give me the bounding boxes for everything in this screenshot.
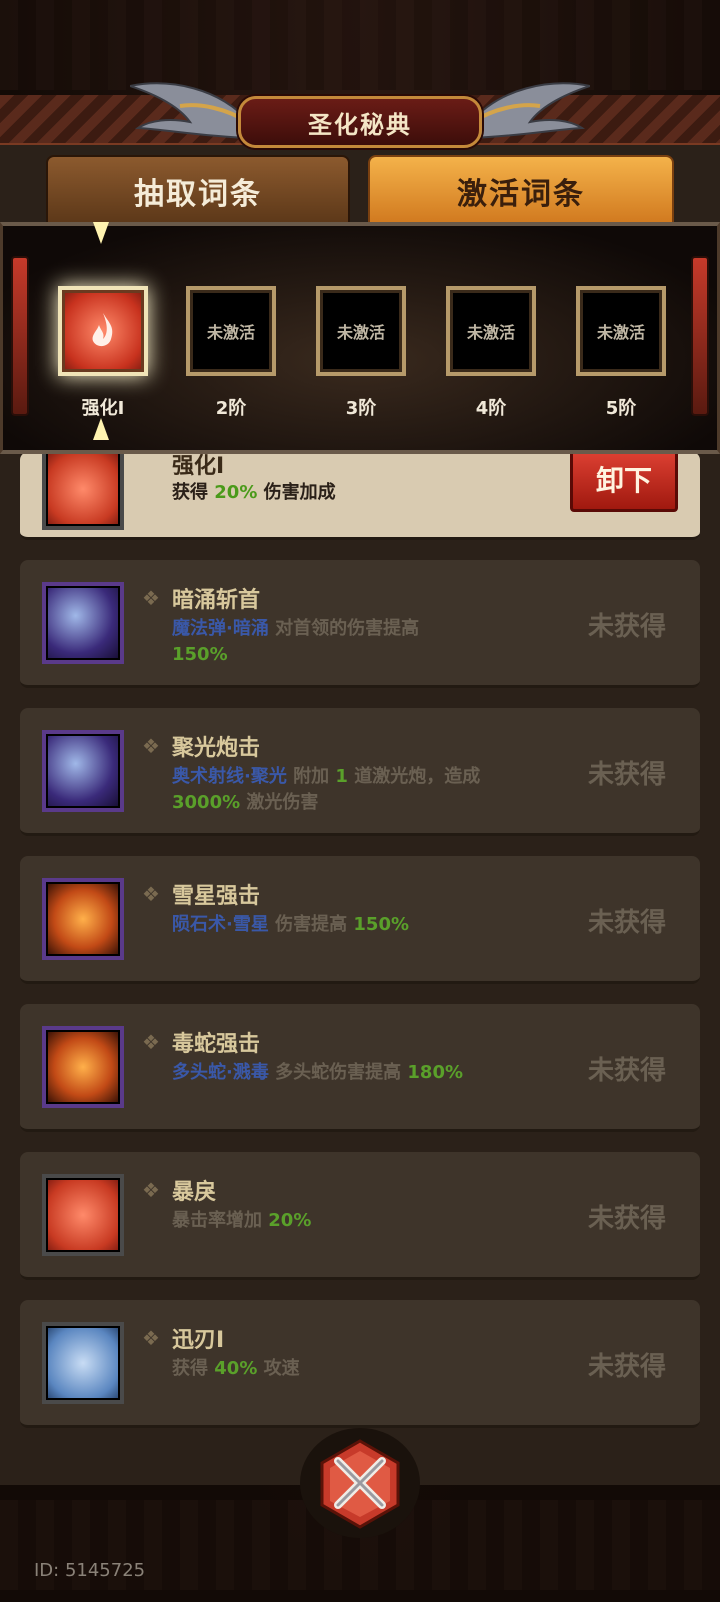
- diamond-icon: ❖: [142, 734, 160, 758]
- skill-desc: 奥术射线·聚光 附加 1 道激光炮，造成 3000% 激光伤害: [172, 766, 481, 813]
- unequip-button[interactable]: 卸下: [570, 446, 678, 512]
- tier-label-4: 4阶: [475, 398, 507, 419]
- top-ornament: [0, 0, 720, 90]
- sparkle-icon: [93, 222, 109, 244]
- skill-card[interactable]: ❖ 暗涌斩首 魔法弹·暗涌 对首领的伤害提高 150% 未获得: [20, 560, 700, 688]
- skill-card[interactable]: ❖ 雪星强击 陨石术·雪星 伤害提高 150% 未获得: [20, 856, 700, 984]
- skill-status: 未获得: [587, 1204, 666, 1234]
- diamond-icon: ❖: [142, 1030, 160, 1054]
- fury-icon: [42, 448, 124, 530]
- serpent-icon: [42, 1026, 124, 1108]
- left-frame-ornament: [11, 256, 29, 416]
- tab-activate-affix[interactable]: 激活词条: [368, 155, 674, 227]
- left-wing-icon: [130, 82, 250, 140]
- tier-bar: 强化I 未激活 2阶 未激活 3阶 未激活 4阶 未激活 5阶: [0, 222, 720, 454]
- diamond-icon: ❖: [142, 1178, 160, 1202]
- fury-icon: [42, 1174, 124, 1256]
- skill-card[interactable]: ❖ 毒蛇强击 多头蛇·溅毒 多头蛇伤害提高 180% 未获得: [20, 1004, 700, 1132]
- tier-label-5: 5阶: [605, 398, 637, 419]
- beam-icon: [42, 730, 124, 812]
- equipped-skill-desc: 获得 20% 伤害加成: [172, 482, 336, 503]
- comet-icon: [42, 582, 124, 664]
- tier-slot-2[interactable]: 未激活: [186, 286, 276, 376]
- meteor-icon: [42, 878, 124, 960]
- tier-label-3: 3阶: [345, 398, 377, 419]
- equipped-skill-card: 强化I 获得 20% 伤害加成 卸下: [20, 446, 700, 540]
- tab-draw-affix[interactable]: 抽取词条: [46, 155, 350, 227]
- skill-status: 未获得: [587, 1056, 666, 1086]
- skill-desc: 多头蛇·溅毒 多头蛇伤害提高 180%: [172, 1062, 464, 1083]
- skill-name: 毒蛇强击: [172, 1032, 261, 1057]
- skill-status: 未获得: [587, 612, 666, 642]
- flame-claw-icon: [92, 313, 113, 347]
- skill-status: 未获得: [587, 908, 666, 938]
- tier-slot-4[interactable]: 未激活: [446, 286, 536, 376]
- skill-desc: 暴击率增加 20%: [172, 1210, 312, 1231]
- blade-icon: [42, 1322, 124, 1404]
- tier-label-2: 2阶: [215, 398, 247, 419]
- right-wing-icon: [470, 82, 590, 140]
- skill-card[interactable]: ❖ 暴戾 暴击率增加 20% 未获得: [20, 1152, 700, 1280]
- diamond-icon: ❖: [142, 1326, 160, 1350]
- skill-name: 迅刃I: [172, 1328, 225, 1353]
- close-button[interactable]: [300, 1428, 420, 1538]
- skill-card[interactable]: ❖ 聚光炮击 奥术射线·聚光 附加 1 道激光炮，造成 3000% 激光伤害 未…: [20, 708, 700, 836]
- diamond-icon: ❖: [142, 586, 160, 610]
- tier-slot-5[interactable]: 未激活: [576, 286, 666, 376]
- skill-desc: 魔法弹·暗涌 对首领的伤害提高 150%: [172, 618, 420, 665]
- skill-name: 暗涌斩首: [172, 588, 261, 613]
- user-id: ID: 5145725: [34, 1560, 146, 1581]
- skill-name: 雪星强击: [172, 884, 261, 909]
- skill-card[interactable]: ❖ 迅刃I 获得 40% 攻速 未获得: [20, 1300, 700, 1428]
- skill-name: 聚光炮击: [172, 736, 261, 761]
- tier-slot-1[interactable]: [58, 286, 148, 376]
- diamond-icon: ❖: [142, 882, 160, 906]
- sparkle-icon: [93, 418, 109, 440]
- skill-status: 未获得: [587, 1352, 666, 1382]
- page-title: 圣化秘典: [238, 96, 482, 148]
- right-frame-ornament: [691, 256, 709, 416]
- close-icon: [320, 1439, 400, 1529]
- skill-desc: 陨石术·雪星 伤害提高 150%: [172, 914, 410, 935]
- tier-label-1: 强化I: [81, 398, 125, 419]
- skill-name: 暴戾: [172, 1180, 217, 1205]
- skill-status: 未获得: [587, 760, 666, 790]
- tier-slot-3[interactable]: 未激活: [316, 286, 406, 376]
- skill-desc: 获得 40% 攻速: [172, 1358, 300, 1379]
